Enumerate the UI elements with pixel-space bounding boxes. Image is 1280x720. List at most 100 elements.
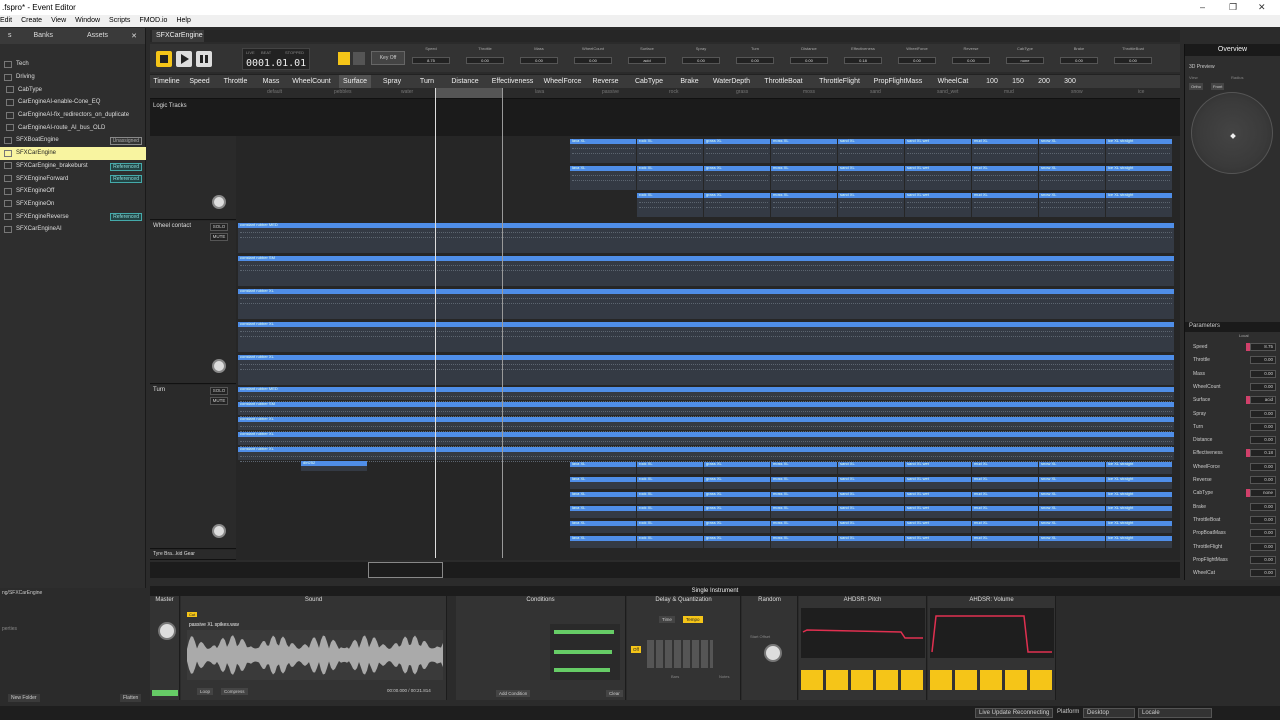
flatten-button[interactable]: Flatten bbox=[120, 694, 142, 702]
tab-param[interactable]: WheelCat bbox=[930, 75, 976, 89]
tab-param[interactable]: ThrottleFlight bbox=[813, 75, 866, 89]
param-value[interactable]: acid bbox=[628, 57, 666, 64]
stop-button[interactable] bbox=[156, 51, 172, 67]
instrument[interactable]: sand XL bbox=[838, 535, 904, 548]
list-item[interactable]: SFXCarEngine_brakeburst Referenced bbox=[0, 160, 146, 173]
param-mini-slider[interactable]: WheelForce 0.00 bbox=[898, 46, 936, 70]
instrument[interactable]: sand XL bbox=[838, 476, 904, 489]
parameter-value[interactable]: 0.00 bbox=[1250, 382, 1276, 391]
param-mini-slider[interactable]: WheelCount 0.00 bbox=[574, 46, 612, 70]
parameter-row[interactable]: Reverse 0.00 bbox=[1189, 474, 1278, 487]
instrument[interactable]: lava XL bbox=[570, 505, 636, 519]
instrument[interactable]: lava XL bbox=[570, 165, 636, 190]
mute-button[interactable]: MUTE bbox=[210, 397, 228, 405]
tempo-button[interactable]: Tempo bbox=[683, 616, 703, 623]
param-value[interactable]: 0.00 bbox=[682, 57, 720, 64]
timeline-overview[interactable] bbox=[150, 562, 1180, 578]
parameter-value[interactable]: 0.00 bbox=[1250, 422, 1276, 431]
instrument[interactable]: constant rubber MED bbox=[238, 386, 1174, 402]
parameter-row[interactable]: Throttle 0.00 bbox=[1189, 354, 1278, 367]
instrument[interactable]: constant rubber XL bbox=[238, 354, 1174, 385]
parameter-value[interactable]: acid bbox=[1250, 396, 1276, 405]
key-off-button[interactable]: Key Off bbox=[371, 51, 405, 65]
parameter-value[interactable]: 0.00 bbox=[1250, 542, 1276, 551]
list-item[interactable]: CarEngineAI-enable-Cone_EQ bbox=[0, 96, 146, 109]
tab-param[interactable]: Timeline bbox=[153, 75, 180, 89]
tab-param[interactable]: WheelCount bbox=[290, 75, 333, 89]
instrument[interactable]: sand XL bbox=[838, 520, 904, 534]
track-header-turn[interactable]: Turn SOLO MUTE bbox=[150, 385, 236, 549]
tab-param[interactable]: WheelForce bbox=[542, 75, 583, 89]
instrument[interactable]: lava XL bbox=[570, 535, 636, 548]
tab-param[interactable]: Effectiveness bbox=[489, 75, 536, 89]
instrument[interactable]: grass XL bbox=[704, 520, 770, 534]
menu-fmodio[interactable]: FMOD.io bbox=[139, 15, 167, 27]
instrument[interactable]: mud XL bbox=[972, 491, 1038, 504]
instrument[interactable]: sand XL wet bbox=[905, 138, 971, 163]
parameter-row[interactable]: WheelCat 0.00 bbox=[1189, 567, 1278, 580]
instrument[interactable]: rock XL bbox=[637, 192, 703, 217]
grid-view-icon[interactable] bbox=[353, 52, 365, 65]
volume-envelope-fields[interactable] bbox=[930, 670, 1054, 690]
parameter-row[interactable]: Brake 0.00 bbox=[1189, 501, 1278, 514]
param-mini-slider[interactable]: Throttle 0.00 bbox=[466, 46, 504, 70]
instrument[interactable]: mud XL bbox=[972, 192, 1038, 217]
close-icon[interactable]: ✕ bbox=[1258, 2, 1266, 13]
tab-param[interactable]: 200 bbox=[1034, 75, 1054, 89]
instrument[interactable]: constant rubber XL bbox=[238, 446, 1174, 462]
tab-param[interactable]: ThrottleBoat bbox=[760, 75, 807, 89]
random-knob[interactable] bbox=[764, 644, 782, 662]
menu-view[interactable]: View bbox=[51, 15, 66, 27]
instrument[interactable]: sand XL bbox=[838, 165, 904, 190]
instrument[interactable]: snow XL bbox=[1039, 535, 1105, 548]
instrument[interactable]: sand XL wet bbox=[905, 476, 971, 489]
list-item[interactable]: Driving bbox=[0, 71, 146, 84]
tab-param[interactable]: Throttle bbox=[219, 75, 252, 89]
instrument[interactable]: constant rubber MED bbox=[238, 222, 1174, 253]
instrument[interactable]: snow XL bbox=[1039, 505, 1105, 519]
list-item[interactable]: CarEngineAI-fix_redirectors_on_duplicate bbox=[0, 109, 146, 122]
parameter-row[interactable]: ThrottleFlight 0.00 bbox=[1189, 541, 1278, 554]
tab-param[interactable]: 100 bbox=[982, 75, 1002, 89]
parameter-row[interactable]: Distance 0.00 bbox=[1189, 434, 1278, 447]
event-tab[interactable]: SFXCarEngine bbox=[152, 30, 204, 42]
instrument[interactable]: rock XL bbox=[637, 461, 703, 474]
instrument[interactable]: constant rubber SM bbox=[238, 401, 1174, 417]
parameter-row[interactable]: Surface acid bbox=[1189, 394, 1278, 407]
instrument[interactable]: rock XL bbox=[637, 138, 703, 163]
instrument[interactable]: rock XL bbox=[637, 165, 703, 190]
instrument[interactable]: sand XL wet bbox=[905, 491, 971, 504]
tab-param[interactable]: Speed bbox=[186, 75, 213, 89]
list-item[interactable]: SFXEngineReverse Referenced bbox=[0, 210, 146, 223]
instrument[interactable]: ice XL straight bbox=[1106, 491, 1172, 504]
play-button[interactable] bbox=[176, 51, 192, 67]
loop-toggle[interactable]: Loop bbox=[197, 688, 214, 695]
instrument[interactable]: snow XL bbox=[1039, 520, 1105, 534]
instrument[interactable]: ice XL straight bbox=[1106, 520, 1172, 534]
parameter-value[interactable]: 0.00 bbox=[1250, 409, 1276, 418]
instrument[interactable]: constant rubber XL bbox=[238, 431, 1174, 447]
waveform[interactable] bbox=[187, 630, 443, 680]
parameter-value[interactable]: 0.18 bbox=[1250, 449, 1276, 458]
master-volume-knob[interactable] bbox=[158, 622, 176, 640]
list-item[interactable]: SFXEngineOff bbox=[0, 185, 146, 198]
overview-viewport[interactable] bbox=[368, 562, 443, 578]
list-item[interactable]: SFXEngineOn bbox=[0, 198, 146, 211]
instrument[interactable]: snow XL bbox=[1039, 165, 1105, 190]
add-condition-button[interactable]: Add Condition bbox=[496, 690, 531, 697]
param-value[interactable]: 0.00 bbox=[736, 57, 774, 64]
locale-select[interactable]: Locale bbox=[1138, 708, 1212, 718]
quantization-off-button[interactable]: Off bbox=[631, 646, 641, 653]
parameter-row[interactable]: Spray 0.00 bbox=[1189, 408, 1278, 421]
playhead[interactable] bbox=[435, 88, 436, 558]
menu-edit[interactable]: Edit bbox=[0, 15, 12, 27]
parameter-row[interactable]: PropFlightMass 0.00 bbox=[1189, 554, 1278, 567]
instrument[interactable]: ice XL straight bbox=[1106, 476, 1172, 489]
instrument[interactable]: grass XL bbox=[704, 138, 770, 163]
pitch-envelope-fields[interactable] bbox=[801, 670, 925, 690]
param-mini-slider[interactable]: Turn 0.00 bbox=[736, 46, 774, 70]
instrument[interactable]: snow XL bbox=[1039, 476, 1105, 489]
param-value[interactable]: none bbox=[1006, 57, 1044, 64]
instrument[interactable]: grass XL bbox=[704, 165, 770, 190]
instrument[interactable]: lava XL bbox=[570, 520, 636, 534]
